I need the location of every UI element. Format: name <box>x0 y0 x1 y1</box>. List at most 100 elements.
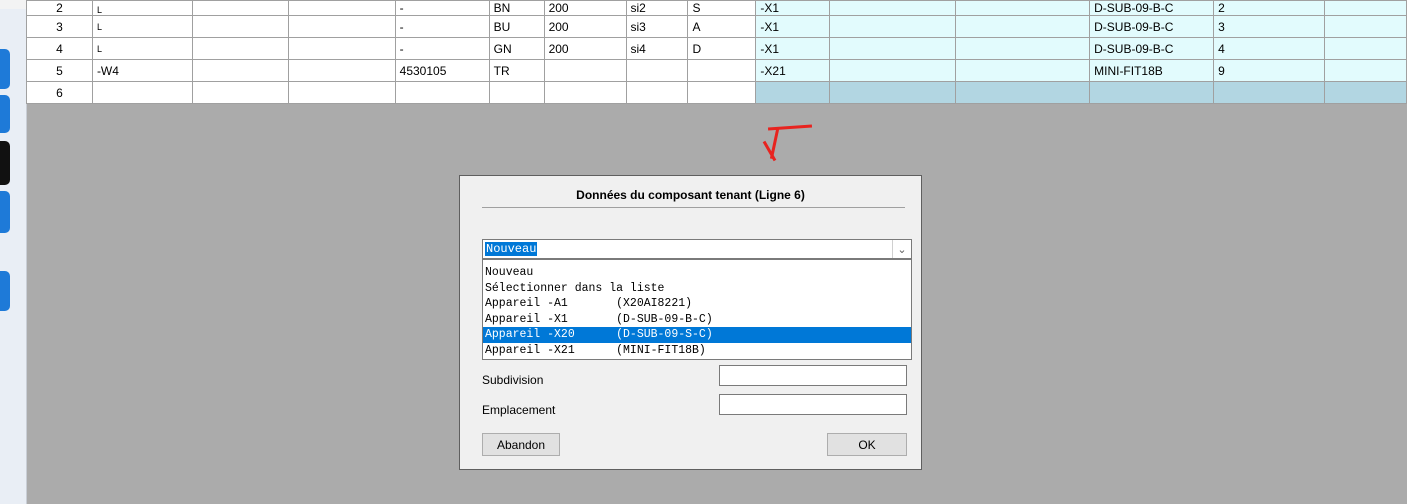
table-cell[interactable]: D <box>687 37 757 60</box>
table-cell[interactable]: 200 <box>543 15 627 38</box>
row-number-cell[interactable]: 5 <box>26 59 93 82</box>
table-cell[interactable] <box>543 59 627 82</box>
table-cell[interactable] <box>1089 81 1215 104</box>
table-cell[interactable]: -W4 <box>91 59 193 82</box>
table-cell[interactable] <box>829 0 957 16</box>
wire-table: 2 L - BN 200 si2 S -X1 D-SUB-09-B-C 2 3 L - BU 200 si3 A… <box>26 0 1407 104</box>
table-cell[interactable] <box>687 81 757 104</box>
table-cell[interactable] <box>687 59 757 82</box>
table-cell[interactable]: - <box>394 37 490 60</box>
table-cell[interactable]: L <box>91 37 193 60</box>
table-cell[interactable]: - <box>394 0 490 16</box>
dropdown-option[interactable]: Appareil -X1 (D-SUB-09-B-C) <box>483 312 911 328</box>
table-cell[interactable] <box>955 15 1091 38</box>
table-cell[interactable] <box>191 81 289 104</box>
table-cell[interactable] <box>625 81 689 104</box>
row-number-cell[interactable]: 4 <box>26 37 93 60</box>
table-cell[interactable]: -X21 <box>755 59 831 82</box>
table-cell[interactable]: MINI-FIT18B <box>1089 59 1215 82</box>
dock-tab[interactable] <box>0 191 10 233</box>
subdivision-input[interactable] <box>719 365 907 386</box>
table-cell[interactable]: -X1 <box>755 15 831 38</box>
table-cell[interactable] <box>488 81 545 104</box>
table-cell[interactable] <box>829 81 957 104</box>
component-combobox[interactable]: Nouveau ⌄ <box>482 239 912 259</box>
spreadsheet-grid: 2 L - BN 200 si2 S -X1 D-SUB-09-B-C 2 3 L - BU 200 si3 A… <box>26 0 1407 124</box>
table-cell[interactable] <box>1323 81 1407 104</box>
table-cell[interactable] <box>191 37 289 60</box>
table-cell[interactable] <box>1323 37 1407 60</box>
table-cell[interactable] <box>543 81 627 104</box>
table-cell[interactable]: D-SUB-09-B-C <box>1089 37 1215 60</box>
table-cell[interactable]: 200 <box>543 0 627 16</box>
ok-button[interactable]: OK <box>827 433 907 456</box>
table-cell[interactable]: -X1 <box>755 37 831 60</box>
dropdown-option[interactable]: Appareil -X20 (D-SUB-09-S-C) <box>483 327 911 343</box>
table-cell[interactable]: -X1 <box>755 0 831 16</box>
dock-tab[interactable] <box>0 141 10 185</box>
table-cell[interactable] <box>287 59 396 82</box>
table-cell[interactable]: 4 <box>1213 37 1325 60</box>
table-cell[interactable] <box>955 81 1091 104</box>
left-dock-bar <box>0 9 27 504</box>
table-cell[interactable] <box>287 81 396 104</box>
table-cell[interactable] <box>755 81 831 104</box>
table-cell[interactable] <box>394 81 490 104</box>
table-cell[interactable] <box>829 37 957 60</box>
row-number-cell[interactable]: 6 <box>26 81 93 104</box>
table-row: 3 L - BU 200 si3 A -X1 D-SUB-09-B-C 3 <box>26 15 1407 38</box>
table-cell[interactable] <box>287 0 396 16</box>
dropdown-option[interactable]: Appareil -X21 (MINI-FIT18B) <box>483 343 911 359</box>
table-cell[interactable]: D-SUB-09-B-C <box>1089 0 1215 16</box>
row-number-cell[interactable]: 2 <box>26 0 93 16</box>
table-cell[interactable] <box>1323 15 1407 38</box>
table-cell[interactable]: 3 <box>1213 15 1325 38</box>
table-cell[interactable]: GN <box>488 37 545 60</box>
table-cell[interactable] <box>287 37 396 60</box>
table-cell[interactable] <box>955 59 1091 82</box>
table-row: 6 <box>26 81 1407 104</box>
table-cell[interactable] <box>625 59 689 82</box>
cancel-button[interactable]: Abandon <box>482 433 560 456</box>
table-cell[interactable]: si3 <box>625 15 689 38</box>
table-cell[interactable]: 9 <box>1213 59 1325 82</box>
table-cell[interactable]: L <box>91 15 193 38</box>
dropdown-option[interactable]: Nouveau <box>483 265 911 281</box>
table-cell[interactable]: 200 <box>543 37 627 60</box>
table-cell[interactable] <box>191 15 289 38</box>
row-number-cell[interactable]: 3 <box>26 15 93 38</box>
dialog-title: Données du composant tenant (Ligne 6) <box>576 188 805 202</box>
table-cell[interactable] <box>91 81 193 104</box>
table-cell[interactable] <box>829 59 957 82</box>
table-cell[interactable]: D-SUB-09-B-C <box>1089 15 1215 38</box>
table-cell[interactable]: L <box>91 0 193 16</box>
table-row: 4 L - GN 200 si4 D -X1 D-SUB-09-B-C 4 <box>26 37 1407 60</box>
dropdown-option[interactable]: Appareil -A1 (X20AI8221) <box>483 296 911 312</box>
table-cell[interactable]: 2 <box>1213 0 1325 16</box>
table-cell[interactable]: S <box>687 0 757 16</box>
dock-tab[interactable] <box>0 271 10 311</box>
table-cell[interactable]: si2 <box>625 0 689 16</box>
table-row: 5 -W4 4530105 TR -X21 MINI-FIT18B 9 <box>26 59 1407 82</box>
table-cell[interactable]: BU <box>488 15 545 38</box>
chevron-down-icon[interactable]: ⌄ <box>892 240 911 258</box>
dropdown-option[interactable]: Sélectionner dans la liste <box>483 281 911 297</box>
table-cell[interactable] <box>829 15 957 38</box>
table-cell[interactable]: A <box>687 15 757 38</box>
table-cell[interactable] <box>1213 81 1325 104</box>
emplacement-input[interactable] <box>719 394 907 415</box>
table-cell[interactable]: BN <box>488 0 545 16</box>
table-cell[interactable] <box>1323 0 1407 16</box>
table-cell[interactable] <box>955 37 1091 60</box>
table-cell[interactable] <box>191 0 289 16</box>
table-cell[interactable]: - <box>394 15 490 38</box>
table-cell[interactable]: 4530105 <box>394 59 490 82</box>
table-cell[interactable]: si4 <box>625 37 689 60</box>
table-cell[interactable] <box>191 59 289 82</box>
dock-tab[interactable] <box>0 95 10 133</box>
table-cell[interactable] <box>1323 59 1407 82</box>
table-cell[interactable]: TR <box>488 59 545 82</box>
dock-tab[interactable] <box>0 49 10 89</box>
table-cell[interactable] <box>955 0 1091 16</box>
table-cell[interactable] <box>287 15 396 38</box>
